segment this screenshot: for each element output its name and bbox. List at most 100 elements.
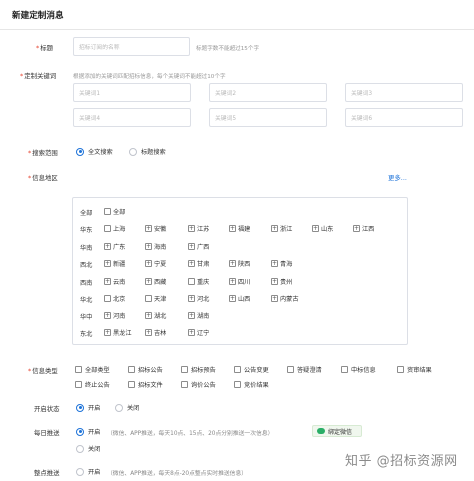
expand-plus-icon[interactable] [188, 329, 195, 336]
region-all-checkbox[interactable]: 全部 [104, 207, 125, 216]
region-tibet[interactable]: 西藏 [145, 277, 166, 286]
region-fujian[interactable]: 福建 [229, 224, 250, 233]
region-liaoning[interactable]: 辽宁 [188, 328, 209, 337]
expand-plus-icon[interactable] [188, 295, 195, 302]
region-row-east: 华东 [80, 227, 93, 234]
daily-push-on-radio[interactable]: 开启 [76, 427, 100, 436]
region-hebei[interactable]: 河北 [188, 294, 209, 303]
region-heilongjiang[interactable]: 黑龙江 [104, 328, 132, 337]
expand-plus-icon[interactable] [145, 312, 152, 319]
expand-plus-icon[interactable] [353, 225, 360, 232]
type-tender-notice-checkbox[interactable]: 招标公告 [128, 365, 163, 374]
type-inquiry-checkbox[interactable]: 询价公告 [181, 380, 216, 389]
daily-push-label: 每日推送 [34, 429, 60, 437]
keywords-label: *定制关键词 [20, 72, 57, 80]
wechat-icon [317, 428, 325, 434]
region-xinjiang[interactable]: 新疆 [104, 259, 125, 268]
region-yunnan[interactable]: 云南 [104, 277, 125, 286]
region-shaanxi[interactable]: 陕西 [229, 259, 250, 268]
expand-plus-icon[interactable] [188, 260, 195, 267]
expand-plus-icon[interactable] [188, 243, 195, 250]
region-beijing[interactable]: 北京 [104, 294, 125, 303]
title-hint: 标题字数不能超过15个字 [196, 46, 260, 52]
region-guangdong[interactable]: 广东 [104, 242, 125, 251]
type-all-checkbox[interactable]: 全部类型 [75, 365, 110, 374]
expand-plus-icon[interactable] [145, 243, 152, 250]
checkbox [234, 381, 241, 388]
scope-title-radio[interactable]: 标题搜索 [129, 147, 166, 156]
scope-fulltext-radio[interactable]: 全文搜索 [76, 147, 113, 156]
region-anhui[interactable]: 安徽 [145, 224, 166, 233]
title-input[interactable]: 招标订阅的名称 [73, 37, 190, 56]
expand-plus-icon[interactable] [145, 260, 152, 267]
expand-plus-icon[interactable] [271, 260, 278, 267]
region-jilin[interactable]: 吉林 [145, 328, 166, 337]
watermark: 知乎 @招标资源网 [345, 454, 458, 469]
checkbox [397, 366, 404, 373]
expand-plus-icon[interactable] [104, 260, 111, 267]
open-status-off-radio[interactable]: 关闭 [115, 403, 139, 412]
expand-plus-icon[interactable] [229, 260, 236, 267]
region-zhejiang[interactable]: 浙江 [271, 224, 292, 233]
expand-plus-icon[interactable] [312, 225, 319, 232]
expand-plus-icon[interactable] [271, 295, 278, 302]
checkbox [75, 381, 82, 388]
type-tender-preview-checkbox[interactable]: 招标预告 [181, 365, 216, 374]
type-clarification-checkbox[interactable]: 答疑澄清 [287, 365, 322, 374]
keyword-input-2[interactable]: 关键词2 [209, 83, 327, 102]
region-ningxia[interactable]: 宁夏 [145, 259, 166, 268]
region-gansu[interactable]: 甘肃 [188, 259, 209, 268]
region-more-link[interactable]: 更多... [388, 173, 407, 182]
keyword-input-5[interactable]: 关键词5 [209, 108, 327, 127]
region-qinghai[interactable]: 青海 [271, 259, 292, 268]
region-tianjin[interactable]: 天津 [145, 294, 166, 303]
expand-plus-icon[interactable] [271, 225, 278, 232]
region-shanxi[interactable]: 山西 [229, 294, 250, 303]
expand-plus-icon[interactable] [229, 225, 236, 232]
expand-plus-icon[interactable] [188, 225, 195, 232]
region-guangxi[interactable]: 广西 [188, 242, 209, 251]
region-henan[interactable]: 河南 [104, 311, 125, 320]
radio-dot [76, 467, 84, 476]
radio-dot-selected [76, 427, 84, 436]
region-inner-mongolia[interactable]: 内蒙古 [271, 294, 299, 303]
expand-plus-icon[interactable] [104, 278, 111, 285]
expand-plus-icon[interactable] [229, 295, 236, 302]
region-jiangxi[interactable]: 江西 [353, 224, 374, 233]
expand-plus-icon[interactable] [188, 312, 195, 319]
expand-plus-icon[interactable] [145, 278, 152, 285]
keyword-input-1[interactable]: 关键词1 [73, 83, 191, 102]
region-shanghai[interactable]: 上海 [104, 224, 125, 233]
type-award-info-checkbox[interactable]: 中标信息 [341, 365, 376, 374]
region-hunan[interactable]: 湖南 [188, 311, 209, 320]
expand-plus-icon[interactable] [271, 278, 278, 285]
keyword-input-3[interactable]: 关键词3 [345, 83, 463, 102]
type-termination-checkbox[interactable]: 终止公告 [75, 380, 110, 389]
region-hainan[interactable]: 海南 [145, 242, 166, 251]
region-guizhou[interactable]: 贵州 [271, 277, 292, 286]
expand-plus-icon[interactable] [145, 225, 152, 232]
open-status-on-radio[interactable]: 开启 [76, 403, 100, 412]
checkbox [128, 366, 135, 373]
expand-plus-icon[interactable] [145, 329, 152, 336]
expand-plus-icon[interactable] [229, 278, 236, 285]
expand-plus-icon[interactable] [104, 329, 111, 336]
daily-push-off-radio[interactable]: 关闭 [76, 444, 100, 453]
region-chongqing[interactable]: 重庆 [188, 277, 209, 286]
region-sichuan[interactable]: 四川 [229, 277, 250, 286]
region-jiangsu[interactable]: 江苏 [188, 224, 209, 233]
type-change-notice-checkbox[interactable]: 公告变更 [234, 365, 269, 374]
type-tender-doc-checkbox[interactable]: 招标文件 [128, 380, 163, 389]
type-qualification-result-checkbox[interactable]: 资审结果 [397, 365, 432, 374]
type-bidding-result-checkbox[interactable]: 竞价结果 [234, 380, 269, 389]
region-hubei[interactable]: 湖北 [145, 311, 166, 320]
hourly-push-on-radio[interactable]: 开启 [76, 467, 100, 476]
checkbox [128, 381, 135, 388]
expand-plus-icon[interactable] [104, 312, 111, 319]
expand-plus-icon[interactable] [104, 243, 111, 250]
keyword-input-6[interactable]: 关键词6 [345, 108, 463, 127]
radio-dot [129, 147, 137, 156]
bind-wechat-button[interactable]: 绑定微信 [312, 425, 362, 437]
keyword-input-4[interactable]: 关键词4 [73, 108, 191, 127]
region-shandong[interactable]: 山东 [312, 224, 333, 233]
